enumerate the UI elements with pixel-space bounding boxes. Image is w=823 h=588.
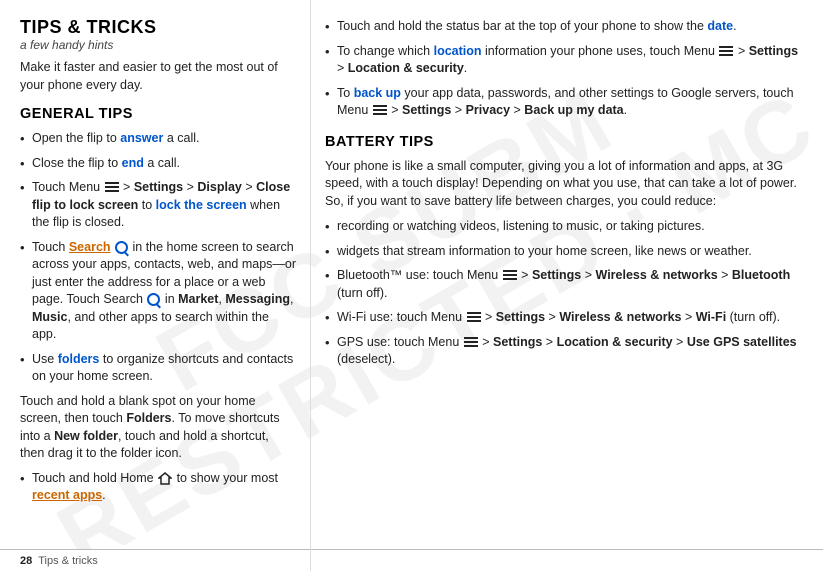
general-tips-title: GENERAL TIPS [20, 106, 296, 122]
right-tips-top: Touch and hold the status bar at the top… [325, 18, 805, 120]
end-highlight: end [122, 156, 144, 170]
battery-tips-list: recording or watching videos, listening … [325, 218, 805, 369]
list-item: Close the flip to end a call. [20, 155, 296, 173]
menu-icon-2 [719, 46, 733, 57]
list-item: Open the flip to answer a call. [20, 130, 296, 148]
list-item: Touch and hold Home to show your most re… [20, 470, 296, 505]
search-icon-2 [147, 293, 160, 306]
list-item: recording or watching videos, listening … [325, 218, 805, 236]
list-item: widgets that stream information to your … [325, 243, 805, 261]
folders-highlight: folders [58, 352, 100, 366]
menu-icon [105, 182, 119, 193]
right-column: Touch and hold the status bar at the top… [310, 0, 823, 571]
page-container: TIPS & TRICKS a few handy hints Make it … [0, 0, 823, 571]
main-title: TIPS & TRICKS [20, 18, 296, 38]
left-column: TIPS & TRICKS a few handy hints Make it … [0, 0, 310, 571]
home-icon [158, 472, 172, 485]
list-item: Wi-Fi use: touch Menu > Settings > Wirel… [325, 309, 805, 327]
list-item: Touch Menu > Settings > Display > Close … [20, 179, 296, 232]
answer-highlight: answer [120, 131, 163, 145]
list-item: To back up your app data, passwords, and… [325, 85, 805, 120]
folders-detail: Touch and hold a blank spot on your home… [20, 393, 296, 463]
menu-icon-5 [467, 312, 481, 323]
backup-highlight: back up [354, 86, 401, 100]
list-item: Use folders to organize shortcuts and co… [20, 351, 296, 386]
battery-intro: Your phone is like a small computer, giv… [325, 158, 805, 211]
date-highlight: date [707, 19, 733, 33]
list-item: Bluetooth™ use: touch Menu > Settings > … [325, 267, 805, 302]
list-item: To change which location information you… [325, 43, 805, 78]
lock-screen-highlight: lock the screen [156, 198, 247, 212]
search-highlight: Search [69, 240, 111, 254]
subtitle: a few handy hints [20, 38, 296, 52]
recent-apps-highlight: recent apps [32, 488, 102, 502]
search-icon [115, 241, 128, 254]
battery-section: BATTERY TIPS Your phone is like a small … [325, 134, 805, 369]
menu-icon-3 [373, 105, 387, 116]
recent-apps-list: Touch and hold Home to show your most re… [20, 470, 296, 505]
menu-icon-4 [503, 270, 517, 281]
battery-title: BATTERY TIPS [325, 134, 805, 150]
location-highlight: location [434, 44, 482, 58]
menu-icon-6 [464, 337, 478, 348]
general-tips-list: Open the flip to answer a call. Close th… [20, 130, 296, 386]
intro-text: Make it faster and easier to get the mos… [20, 58, 296, 94]
list-item: Touch Search in the home screen to searc… [20, 239, 296, 344]
list-item: GPS use: touch Menu > Settings > Locatio… [325, 334, 805, 369]
list-item: Touch and hold the status bar at the top… [325, 18, 805, 36]
